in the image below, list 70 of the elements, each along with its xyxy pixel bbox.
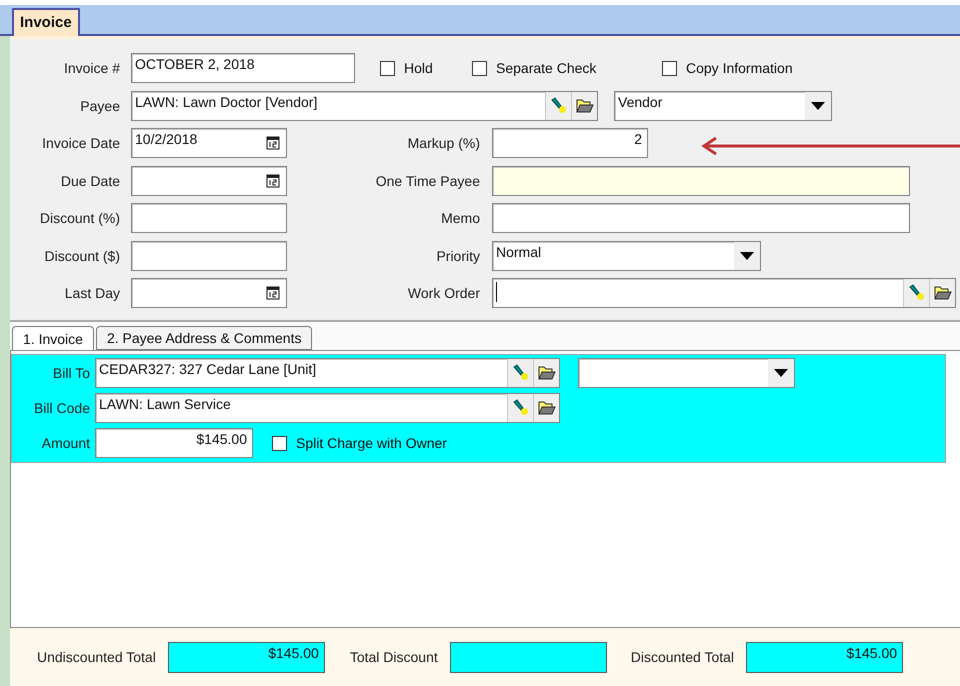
lookup-field[interactable]: LAWN: Lawn Doctor [Vendor] [131,90,598,120]
field-label: Work Order [406,285,480,301]
dropdown-field[interactable]: Vendor [614,90,832,120]
checkbox-option[interactable]: Copy Information [662,60,862,76]
section-tab[interactable]: 1. Invoice [12,326,94,350]
checkbox-option[interactable]: Hold [380,60,472,76]
input-field[interactable]: $145.00 [95,428,253,458]
lookup-button[interactable] [545,92,571,120]
field-label: Markup (%) [406,135,480,151]
total-label: Undiscounted Total [37,649,156,665]
field-label: Discount ($) [44,248,120,264]
folder-icon [576,98,594,114]
dropdown-field[interactable]: Normal [492,240,761,270]
checkbox-option[interactable]: Split Charge with Owner [272,435,512,451]
input-field[interactable] [492,203,910,233]
browse-button[interactable] [929,279,955,307]
input-field[interactable]: 2 [492,128,648,158]
lookup-field[interactable] [492,278,956,308]
checkbox[interactable] [272,436,287,450]
checkbox-option[interactable]: Separate Check [472,60,662,76]
dropdown-arrow-icon [740,252,754,260]
field-label: Due Date [60,172,120,188]
date-field[interactable] [131,278,287,308]
field-label: Amount [40,435,90,451]
browse-button[interactable] [533,359,559,387]
total-value: $145.00 [168,642,325,672]
folder-icon [538,365,556,381]
field-label: Last Day [64,285,120,301]
total-value: $145.00 [746,642,904,672]
dropdown-field[interactable] [578,358,795,388]
browse-button[interactable] [533,394,559,422]
invoice-tab[interactable]: Invoice [12,8,80,36]
field-label: Bill Code [32,400,90,416]
field-label: Discount (%) [38,210,120,226]
flashlight-icon [550,96,568,114]
input-field[interactable] [131,240,287,270]
input-field[interactable] [492,166,910,196]
flashlight-icon [512,364,530,382]
lookup-button[interactable] [507,394,533,422]
field-label: Bill To [52,365,90,381]
field-label: Payee [79,98,120,114]
checkbox[interactable] [380,60,395,76]
checkbox[interactable] [472,60,487,76]
total-label: Discounted Total [630,649,734,665]
field-label: One Time Payee [374,172,480,188]
dropdown-arrow-icon [811,102,825,110]
field-label: Memo [440,210,480,226]
calendar-icon [266,136,280,150]
calendar-icon [266,174,280,188]
flashlight-icon [512,399,530,417]
dropdown-arrow-icon [774,369,788,377]
date-field[interactable] [131,166,287,196]
lookup-button[interactable] [507,359,533,387]
folder-icon [934,285,952,301]
lookup-field[interactable]: LAWN: Lawn Service [95,393,560,423]
lookup-button[interactable] [903,279,929,307]
field-label: Invoice Date [41,135,120,151]
checkbox[interactable] [662,60,677,76]
input-field[interactable]: OCTOBER 2, 2018 [131,53,355,83]
browse-button[interactable] [571,92,597,120]
flashlight-icon [908,284,926,302]
section-tab[interactable]: 2. Payee Address & Comments [96,326,312,350]
calendar-icon [266,286,280,300]
total-label: Total Discount [350,649,438,665]
field-label: Invoice # [62,60,120,76]
date-field[interactable]: 10/2/2018 [131,128,287,158]
folder-icon [538,400,556,416]
input-field[interactable] [131,203,287,233]
lookup-field[interactable]: CEDAR327: 327 Cedar Lane [Unit] [95,358,560,388]
field-label: Priority [435,248,480,264]
